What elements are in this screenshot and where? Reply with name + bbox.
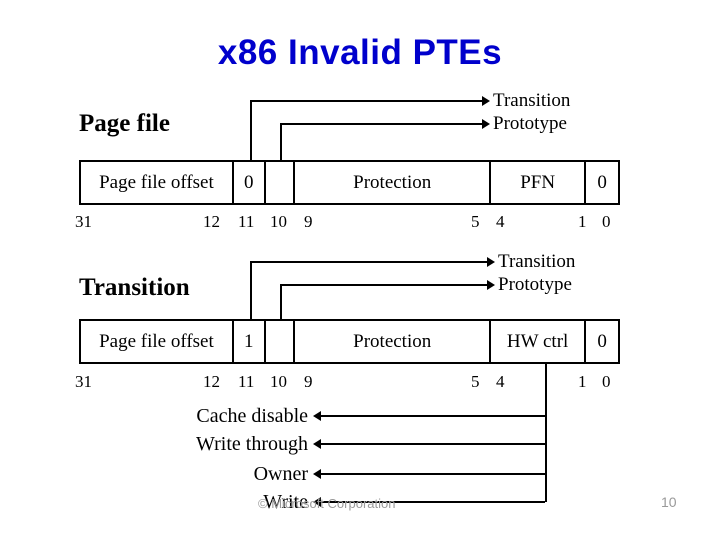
- bitnum-10-2: 10: [270, 372, 287, 391]
- pte-cell-valid-bit-2: 0: [597, 330, 607, 352]
- pte-cell-transition-bit: 0: [234, 162, 266, 203]
- pte-cell-prototype-bit-2: [266, 321, 296, 362]
- arrowhead-write-through: [313, 439, 321, 449]
- bitnum-12-2: 12: [203, 372, 220, 391]
- pte-cell-transition-bit-2: 1: [234, 321, 266, 362]
- bit-number-row-transition: 31 12 11 10 9 5 4 1 0: [0, 372, 720, 394]
- bitnum-11-2: 11: [238, 372, 255, 391]
- section-heading-page-file: Page file: [79, 110, 170, 137]
- slide-canvas: x86 Invalid PTEs Page file Transition Pr…: [0, 0, 720, 540]
- callout-label-prototype-2: Prototype: [498, 274, 572, 295]
- arrowhead-cache-disable: [313, 411, 321, 421]
- bitnum-10: 10: [270, 212, 287, 231]
- pte-table-transition: Page file offset 1 Protection HW ctrl 0: [79, 319, 620, 364]
- callout-label-prototype-1: Prototype: [493, 113, 567, 134]
- bitnum-4-2: 4: [496, 372, 505, 391]
- pte-cell-prototype-bit: [266, 162, 296, 203]
- arrowhead-prototype-1: [482, 119, 490, 129]
- footer-copyright: © Microsoft Corporation: [258, 496, 396, 511]
- bitnum-9-2: 9: [304, 372, 313, 391]
- pte-table-page-file: Page file offset 0 Protection PFN 0: [79, 160, 620, 205]
- bitnum-12: 12: [203, 212, 220, 231]
- bitnum-1-2: 1: [578, 372, 587, 391]
- pte-cell-protection: Protection: [295, 162, 491, 203]
- bitnum-11: 11: [238, 212, 255, 231]
- connector-hline-transition-1: [250, 100, 482, 102]
- footer-page-number: 10: [661, 494, 677, 510]
- pte-cell-pfn: PFN: [491, 162, 587, 203]
- connector-hline-prototype-2: [280, 284, 487, 286]
- connector-vline-transition-2: [250, 261, 252, 321]
- connector-vline-prototype-2: [280, 284, 282, 321]
- bit-desc-owner: Owner: [253, 463, 308, 485]
- callout-label-transition-1: Transition: [493, 90, 571, 111]
- connector-hline-prototype-1: [280, 123, 482, 125]
- pte-cell-valid-bit: 0: [597, 171, 607, 193]
- bitnum-9: 9: [304, 212, 313, 231]
- bitnum-0-2: 0: [602, 372, 611, 391]
- connector-vline-prototype-1: [280, 123, 282, 162]
- connector-vline-hw-ctrl-trunk: [545, 364, 547, 502]
- callout-label-transition-2: Transition: [498, 251, 576, 272]
- bitnum-31: 31: [75, 212, 92, 231]
- arrowhead-owner: [313, 469, 321, 479]
- bitnum-5: 5: [471, 212, 480, 231]
- bit-desc-write-through: Write through: [196, 433, 308, 455]
- connector-hline-transition-2: [250, 261, 487, 263]
- pte-cell-hw-ctrl: HW ctrl: [491, 321, 587, 362]
- bitnum-5-2: 5: [471, 372, 480, 391]
- connector-hline-cache-disable: [320, 415, 545, 417]
- connector-hline-owner: [320, 473, 545, 475]
- bitnum-4: 4: [496, 212, 505, 231]
- bit-desc-cache-disable: Cache disable: [196, 405, 308, 427]
- connector-hline-write-through: [320, 443, 545, 445]
- bitnum-0: 0: [602, 212, 611, 231]
- section-heading-transition: Transition: [79, 274, 190, 301]
- arrowhead-transition-2: [487, 257, 495, 267]
- arrowhead-transition-1: [482, 96, 490, 106]
- bitnum-31-2: 31: [75, 372, 92, 391]
- connector-vline-transition-1: [250, 100, 252, 162]
- pte-cell-page-file-offset: Page file offset: [81, 162, 234, 203]
- pte-cell-page-file-offset-2: Page file offset: [81, 321, 234, 362]
- bitnum-1: 1: [578, 212, 587, 231]
- bit-number-row-page-file: 31 12 11 10 9 5 4 1 0: [0, 212, 720, 234]
- arrowhead-prototype-2: [487, 280, 495, 290]
- pte-cell-protection-2: Protection: [295, 321, 491, 362]
- page-title: x86 Invalid PTEs: [217, 33, 503, 72]
